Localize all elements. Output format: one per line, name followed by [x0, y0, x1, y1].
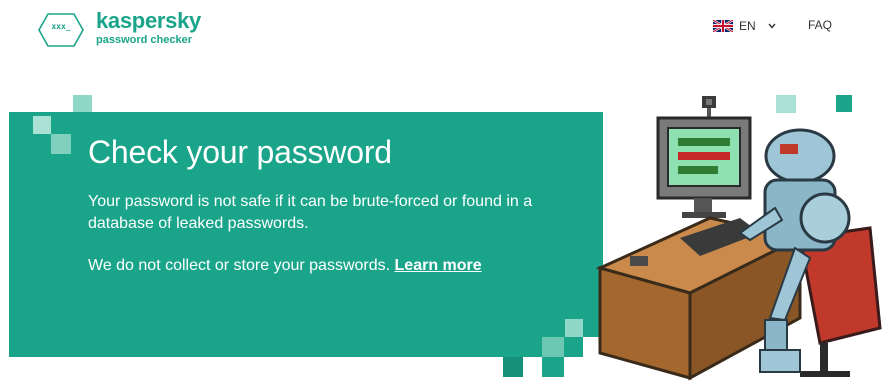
decor-pixel: [565, 319, 583, 337]
decor-pixel: [33, 116, 51, 134]
page: xxx_ kaspersky password checker EN FAQ C…: [0, 0, 884, 387]
chevron-down-icon: [768, 23, 776, 29]
decor-pixel: [542, 357, 564, 377]
kaspersky-logo[interactable]: xxx_ kaspersky password checker: [38, 8, 238, 50]
decor-pixel: [73, 95, 92, 112]
faq-link[interactable]: FAQ: [808, 18, 832, 32]
language-label: EN: [739, 19, 756, 33]
hero-title: Check your password: [88, 134, 392, 170]
decor-pixel: [503, 357, 523, 377]
logo-badge-text: xxx_: [51, 22, 71, 31]
product-name: password checker: [96, 34, 192, 46]
robot-hacker-illustration: [595, 96, 882, 381]
learn-more-link[interactable]: Learn more: [395, 257, 482, 274]
privacy-text: We do not collect or store your password…: [88, 257, 391, 274]
privacy-note: We do not collect or store your password…: [88, 255, 588, 277]
uk-flag-icon: [713, 20, 733, 32]
language-selector[interactable]: EN: [713, 16, 776, 36]
hero-description: Your password is not safe if it can be b…: [88, 193, 533, 232]
decor-pixel: [542, 337, 564, 357]
decor-pixel: [51, 134, 71, 154]
brand-name: kaspersky: [96, 8, 201, 33]
